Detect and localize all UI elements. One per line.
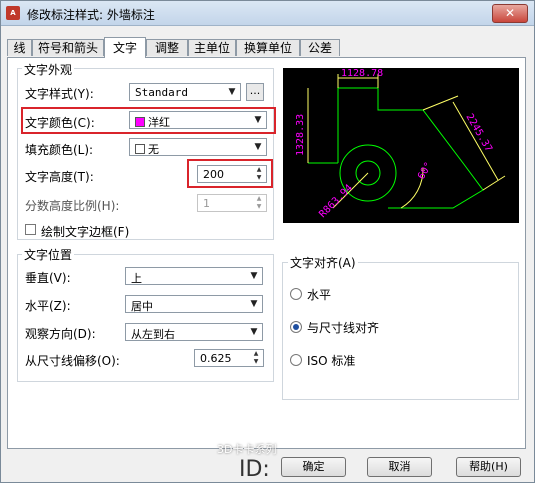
ok-button[interactable]: 确定 — [281, 457, 346, 477]
text-style-select[interactable]: Standard ▼ — [129, 83, 241, 101]
watermark-text: 3D卡卡系列 — [217, 443, 277, 456]
empty-swatch-icon — [135, 144, 145, 154]
fraction-height-spinner[interactable]: 1 ▲ ▼ — [197, 194, 267, 212]
text-height-label: 文字高度(T): — [25, 170, 94, 184]
part-outline — [338, 87, 484, 209]
align-with-dimline-radio[interactable] — [290, 321, 302, 333]
text-height-highlight — [187, 159, 273, 188]
fill-color-select[interactable]: 无 ▼ — [129, 138, 267, 156]
preview-drawing: 1128.78 1328.33 2245.37 R863.94 60° — [295, 68, 506, 221]
dim-line-right — [452, 101, 499, 181]
vertical-value: 上 — [131, 272, 142, 285]
dialog-window: A 修改标注样式: 外墙标注 ✕ 线 符号和箭头 文字 调整 主单位 换算单位 … — [0, 0, 535, 483]
ext-line-right-top — [422, 95, 459, 111]
preview-right-dim: 2245.37 — [463, 112, 494, 154]
offset-label: 从尺寸线偏移(O): — [25, 354, 120, 368]
spin-up-icon[interactable]: ▲ — [252, 195, 266, 203]
tab-tolerances[interactable]: 公差 — [300, 39, 340, 56]
preview-top-dim: 1128.78 — [341, 68, 383, 79]
dimension-preview: 1128.78 1328.33 2245.37 R863.94 60° — [283, 68, 519, 223]
preview-angle-dim: 60° — [416, 160, 435, 181]
preview-left-dim: 1328.33 — [295, 114, 306, 156]
close-icon: ✕ — [504, 6, 516, 20]
fraction-height-label: 分数高度比例(H): — [25, 199, 120, 213]
draw-frame-checkbox[interactable] — [25, 224, 36, 235]
fill-color-value: 无 — [148, 143, 159, 156]
offset-value: 0.625 — [200, 352, 232, 365]
help-button[interactable]: 帮助(H) — [456, 457, 521, 477]
spin-up-icon[interactable]: ▲ — [249, 350, 263, 358]
tab-lines[interactable]: 线 — [7, 39, 32, 56]
text-style-value: Standard — [135, 86, 188, 99]
fraction-height-value: 1 — [203, 197, 210, 210]
cancel-button[interactable]: 取消 — [367, 457, 432, 477]
text-style-browse-button[interactable]: ... — [246, 83, 264, 101]
view-direction-select[interactable]: 从左到右 ▼ — [125, 323, 263, 341]
tab-alternate-units[interactable]: 换算单位 — [236, 39, 300, 56]
align-iso-label: ISO 标准 — [307, 354, 356, 368]
chevron-down-icon: ▼ — [250, 299, 258, 309]
ext-line-right-bottom — [482, 175, 506, 191]
view-direction-label: 观察方向(D): — [25, 327, 96, 341]
fill-color-label: 填充颜色(L): — [25, 143, 94, 157]
close-button[interactable]: ✕ — [492, 4, 528, 23]
window-title: 修改标注样式: 外墙标注 — [27, 8, 155, 22]
watermark-id: ID: — [239, 457, 270, 482]
vertical-label: 垂直(V): — [25, 271, 71, 285]
spin-down-icon[interactable]: ▼ — [252, 203, 266, 211]
text-style-label: 文字样式(Y): — [25, 87, 94, 101]
tab-primary-units[interactable]: 主单位 — [188, 39, 236, 56]
view-direction-value: 从左到右 — [131, 328, 175, 341]
autocad-app-icon: A — [6, 6, 20, 20]
text-alignment-title: 文字对齐(A) — [288, 254, 358, 271]
draw-frame-label: 绘制文字边框(F) — [41, 225, 130, 239]
chevron-down-icon: ▼ — [228, 87, 236, 97]
chevron-down-icon: ▼ — [254, 142, 262, 152]
align-with-dimline-label: 与尺寸线对齐 — [307, 321, 380, 335]
align-iso-radio[interactable] — [290, 354, 302, 366]
text-color-highlight — [21, 107, 276, 134]
spin-down-icon[interactable]: ▼ — [249, 358, 263, 366]
tab-text[interactable]: 文字 — [104, 37, 146, 58]
align-horizontal-radio[interactable] — [290, 288, 302, 300]
vertical-select[interactable]: 上 ▼ — [125, 267, 263, 285]
title-bar: A 修改标注样式: 外墙标注 ✕ — [1, 1, 534, 26]
align-horizontal-label: 水平 — [307, 288, 332, 302]
offset-spinner[interactable]: 0.625 ▲ ▼ — [194, 349, 264, 367]
text-appearance-title: 文字外观 — [22, 61, 75, 78]
horizontal-select[interactable]: 居中 ▼ — [125, 295, 263, 313]
horizontal-value: 居中 — [131, 300, 153, 313]
horizontal-label: 水平(Z): — [25, 299, 71, 313]
tab-symbols-arrows[interactable]: 符号和箭头 — [32, 39, 104, 56]
preview-radius-dim: R863.94 — [317, 183, 355, 221]
tab-fit[interactable]: 调整 — [146, 39, 188, 56]
chevron-down-icon: ▼ — [250, 271, 258, 281]
chevron-down-icon: ▼ — [250, 327, 258, 337]
text-placement-title: 文字位置 — [22, 246, 75, 263]
